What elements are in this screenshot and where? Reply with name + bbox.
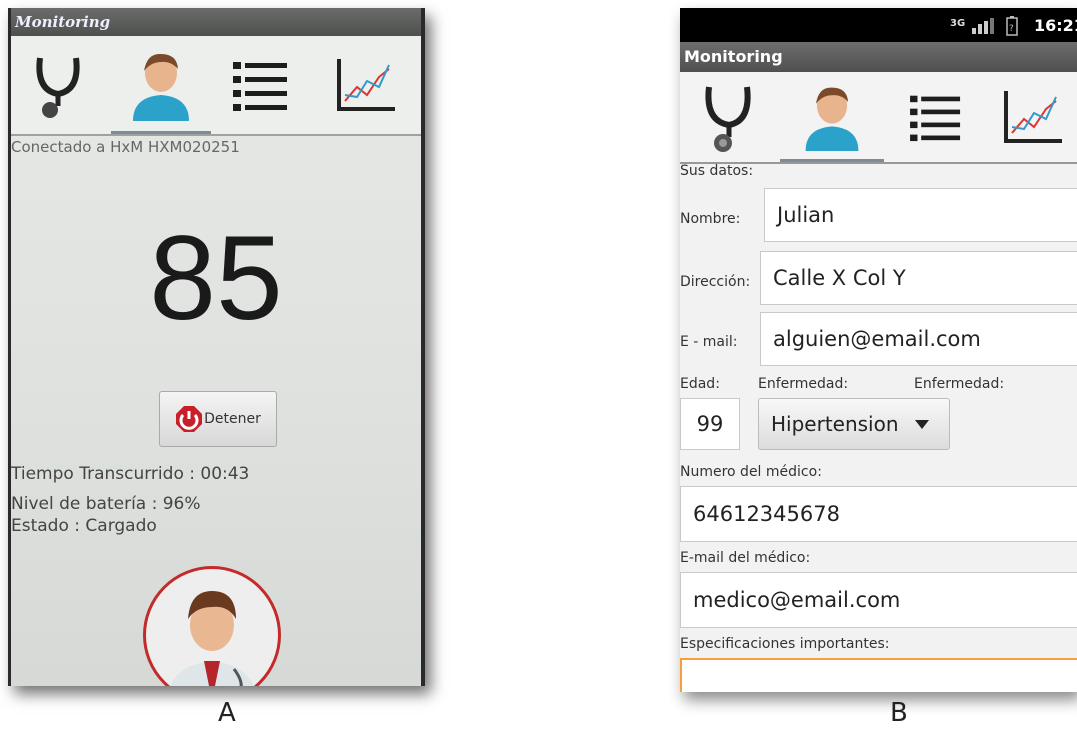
battery-level: Nivel de batería : 96% [11,494,201,514]
caption-b: B [890,698,908,728]
status-bar: 3G ? 16:21 [680,8,1077,42]
app-title: Monitoring [11,8,421,36]
elapsed-time: Tiempo Transcurrido : 00:43 [11,464,250,484]
tab-chart[interactable] [988,72,1077,162]
email-label: E - mail: [680,334,738,350]
name-field[interactable]: Julian [764,188,1077,242]
stethoscope-icon [705,86,751,152]
tab-bar [11,36,421,136]
caption-a: A [218,698,236,728]
doctor-avatar[interactable] [143,566,281,686]
network-3g-icon: 3G [950,18,966,29]
svg-text:?: ? [1009,24,1014,34]
doctor-email-field[interactable]: medico@email.com [680,572,1077,628]
address-label: Dirección: [680,274,751,290]
disease-select[interactable]: Hipertension [758,398,950,450]
tab-monitor[interactable] [11,36,111,134]
connection-status: Conectado a HxM HXM020251 [11,138,240,156]
tab-bar [680,72,1077,164]
tab-chart[interactable] [311,36,421,134]
list-icon [233,62,287,111]
doctor-email-label: E-mail del médico: [680,550,811,566]
email-field[interactable]: alguien@email.com [760,312,1077,366]
screenshot-b: 3G ? 16:21 Monitoring [680,8,1077,692]
charge-status: Estado : Cargado [11,516,157,536]
tab-profile[interactable] [111,36,211,134]
address-field[interactable]: Calle X Col Y [760,251,1077,305]
section-title: Sus datos: [680,163,754,179]
doctor-avatar-icon [169,591,255,686]
list-icon [910,95,961,142]
doctor-number-field[interactable]: 64612345678 [680,486,1077,542]
disease-label-2: Enfermedad: [914,376,1005,392]
tab-list[interactable] [884,72,988,162]
notes-field[interactable] [680,658,1077,692]
dropdown-arrow-icon [914,419,929,429]
age-field[interactable]: 99 [680,398,740,450]
user-icon [133,53,189,121]
user-icon [805,87,859,151]
disease-label-1: Enfermedad: [758,376,849,392]
screenshot-a: Monitoring Conectado a HxM HXM020251 85 … [8,8,425,686]
tab-list[interactable] [211,36,311,134]
clock: 16:21 [1034,16,1077,35]
stop-button[interactable]: Detener [159,391,277,447]
tab-profile[interactable] [780,72,884,162]
age-label: Edad: [680,376,720,392]
disease-select-value: Hipertension [771,412,899,436]
chart-icon [1004,91,1062,143]
name-label: Nombre: [680,211,741,227]
app-title: Monitoring [680,42,1077,72]
signal-icon [972,18,994,34]
tab-monitor[interactable] [680,72,780,162]
chart-icon [337,59,395,111]
doctor-number-label: Numero del médico: [680,464,822,480]
stop-icon [176,406,203,432]
stop-button-label: Detener [204,411,261,427]
battery-icon: ? [1006,16,1018,36]
heart-rate-value: 85 [149,211,283,345]
stethoscope-icon [36,57,80,118]
notes-label: Especificaciones importantes: [680,636,890,652]
